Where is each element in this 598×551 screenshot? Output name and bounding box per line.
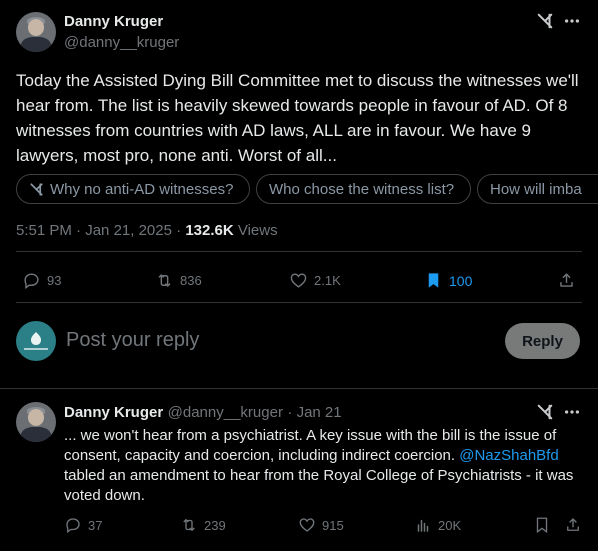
grok-prompt-label: Who chose the witness list?: [269, 180, 455, 198]
views-action[interactable]: 20K: [414, 516, 461, 534]
divider: [16, 251, 582, 252]
reply-count: 93: [47, 273, 62, 288]
grok-icon[interactable]: [536, 403, 554, 426]
share-action[interactable]: [557, 271, 576, 290]
share-action[interactable]: [564, 516, 582, 534]
author-handle[interactable]: @danny__kruger: [64, 34, 179, 51]
repost-icon: [158, 274, 171, 287]
heart-icon: [299, 518, 315, 532]
heart-icon: [290, 273, 307, 288]
bookmark-action[interactable]: 100: [424, 271, 472, 290]
grok-prompt-chip[interactable]: How will imba: [477, 174, 598, 204]
grok-prompt-chip[interactable]: Why no anti-AD witnesses?: [16, 174, 250, 204]
like-action[interactable]: 2.1K: [289, 271, 341, 290]
reply-text-end: tabled an amendment to hear from the Roy…: [64, 467, 574, 504]
bookmark-icon: [536, 517, 548, 534]
reply-header: Danny Kruger @danny__kruger · Jan 21: [64, 404, 342, 421]
more-options-icon[interactable]: [563, 403, 581, 426]
views-count: 132.6K: [185, 222, 234, 239]
mention-link[interactable]: @NazShahBfd: [459, 447, 558, 464]
reply-icon: [66, 518, 80, 534]
grok-prompt-label: How will imba: [490, 180, 582, 198]
grok-icon[interactable]: [536, 12, 554, 35]
user-avatar[interactable]: [16, 321, 56, 361]
divider: [0, 388, 598, 389]
author-avatar[interactable]: [16, 12, 56, 52]
bookmark-icon: [428, 273, 439, 288]
author-avatar[interactable]: [16, 402, 56, 442]
repost-icon: [183, 519, 195, 531]
reply-count: 37: [88, 517, 103, 533]
tweet-date[interactable]: Jan 21, 2025: [85, 222, 172, 239]
reply-action[interactable]: 93: [22, 271, 61, 290]
repost-count: 836: [180, 273, 202, 288]
repost-count: 239: [204, 517, 226, 533]
share-icon: [560, 273, 573, 287]
reply-button[interactable]: Reply: [505, 323, 580, 359]
reply-action[interactable]: 37: [64, 516, 102, 534]
like-count: 2.1K: [314, 273, 341, 288]
divider: [16, 302, 582, 303]
tweet-text: Today the Assisted Dying Bill Committee …: [16, 71, 579, 165]
like-count: 915: [322, 517, 344, 533]
repost-action[interactable]: 836: [155, 271, 202, 290]
share-icon: [567, 518, 579, 531]
reply-input[interactable]: Post your reply: [66, 329, 199, 352]
tweet-meta: 5:51 PM · Jan 21, 2025 · 132.6K Views: [16, 222, 278, 239]
grok-icon: [30, 182, 43, 196]
tweet-time[interactable]: 5:51 PM: [16, 222, 72, 239]
reply-text: ... we won't hear from a psychiatrist. A…: [64, 426, 584, 506]
more-options-icon[interactable]: [563, 12, 581, 35]
repost-action[interactable]: 239: [180, 516, 226, 534]
analytics-icon: [417, 519, 429, 532]
reply-icon: [24, 273, 39, 290]
tweet-date[interactable]: Jan 21: [297, 404, 342, 421]
views-label: Views: [237, 222, 278, 239]
author-name[interactable]: Danny Kruger: [64, 13, 163, 30]
grok-prompt-label: Why no anti-AD witnesses?: [50, 180, 234, 198]
views-count: 20K: [438, 517, 462, 533]
author-name[interactable]: Danny Kruger: [64, 404, 163, 421]
like-action[interactable]: 915: [298, 516, 344, 534]
grok-prompt-chip[interactable]: Who chose the witness list?: [256, 174, 471, 204]
bookmark-action[interactable]: [533, 516, 551, 534]
author-handle[interactable]: @danny__kruger: [168, 404, 283, 421]
bookmark-count: 100: [449, 272, 473, 289]
